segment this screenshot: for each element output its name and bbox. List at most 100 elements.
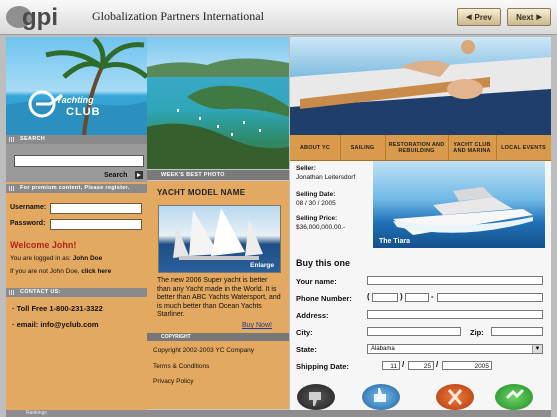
prev-label: Prev <box>474 12 492 22</box>
your-name-field[interactable] <box>367 276 543 285</box>
buy-form-title: Buy this one <box>296 258 351 268</box>
privacy-link[interactable]: Privacy Policy <box>153 378 193 385</box>
club-title: Yachting <box>56 95 94 105</box>
logged-in-prefix: You are logged in as: <box>10 255 71 262</box>
phone-label: Phone Number: <box>296 294 352 303</box>
selling-price-value: $36,000,000.00.- <box>296 224 346 231</box>
gpi-logo: gpi <box>6 4 58 30</box>
bottom-strip: Rankings <box>6 410 551 417</box>
enlarge-link[interactable]: Enlarge <box>250 262 274 269</box>
grip-dots-icon <box>9 186 15 191</box>
tiara-caption: The Tiara <box>379 238 410 245</box>
password-label: Password: <box>10 220 46 227</box>
thumbs-up-button[interactable] <box>362 384 400 410</box>
zip-field[interactable] <box>491 327 543 336</box>
arrow-right-icon: ▶ <box>536 14 542 21</box>
arrow-left-icon: ◀ <box>466 14 472 21</box>
phone-close-paren: ) <box>400 292 403 301</box>
search-go-icon[interactable] <box>135 171 143 179</box>
state-selected-value: Alabama <box>371 346 395 352</box>
selling-price-label-text: Selling Price: <box>296 215 338 222</box>
tiara-yacht-photo[interactable]: The Tiara <box>373 161 545 248</box>
chevron-down-icon[interactable]: ▼ <box>532 345 542 353</box>
copyright-header: Copyright <box>147 333 289 341</box>
main-nav: ABOUT YC SAILING RESTORATION AND REBUILD… <box>290 135 551 161</box>
state-select[interactable]: Alabama ▼ <box>367 344 543 354</box>
club-subtitle: CLUB <box>66 106 101 118</box>
date-separator: / <box>436 360 439 369</box>
palm-beach-photo: Yachting CLUB <box>6 37 147 135</box>
nav-restoration[interactable]: RESTORATION AND REBUILDING <box>385 135 449 160</box>
state-label: State: <box>296 345 317 354</box>
shipping-date-label: Shipping Date: <box>296 362 349 371</box>
buy-now-link[interactable]: Buy Now! <box>242 322 272 329</box>
search-input[interactable] <box>14 155 144 167</box>
city-field[interactable] <box>367 327 461 336</box>
company-name: Globalization Partners International <box>92 9 264 23</box>
yacht-model-name: YACHT MODEL NAME <box>157 188 246 197</box>
contact-panel <box>6 297 147 410</box>
phone-prefix-field[interactable] <box>405 293 429 302</box>
confirm-button[interactable] <box>495 384 533 410</box>
copyright-header-label: Copyright <box>161 334 191 340</box>
thumbs-down-button[interactable] <box>297 384 335 410</box>
nav-local-events[interactable]: LOCAL EVENTS <box>496 135 551 160</box>
selling-price-label: Selling Price: <box>296 215 337 222</box>
not-user-line: If you are not John Doe, click here <box>10 268 111 275</box>
city-label: City: <box>296 328 313 337</box>
logo-wordmark: gpi <box>22 4 58 30</box>
username-label: Username: <box>10 204 47 211</box>
address-field[interactable] <box>367 310 543 319</box>
username-field[interactable] <box>50 203 142 214</box>
email-text[interactable]: email: info@yclub.com <box>17 320 99 329</box>
nav-sailing[interactable]: SAILING <box>340 135 386 160</box>
date-separator: / <box>402 360 405 369</box>
grip-dots-icon <box>9 137 15 142</box>
ship-month-field[interactable]: 11 <box>382 361 400 370</box>
phone-open-paren: ( <box>367 292 370 301</box>
rankings-label: Rankings <box>26 410 47 416</box>
left-column: Yachting CLUB Search Search For premium … <box>6 37 147 410</box>
ship-day-field[interactable]: 25 <box>408 361 434 370</box>
nav-yacht-club[interactable]: YACHT CLUB AND MARINA <box>448 135 497 160</box>
bay-photo <box>147 37 289 169</box>
email-line[interactable]: · email: info@yclub.com <box>12 320 99 329</box>
cancel-button[interactable] <box>436 384 474 410</box>
copyright-text: Copyright 2002-2003 YC Company <box>153 347 255 354</box>
tollfree-text: Toll Free 1-800-231-3322 <box>16 304 103 313</box>
address-label: Address: <box>296 311 329 320</box>
zip-label: Zip: <box>470 328 484 337</box>
ship-year-field[interactable]: 2005 <box>442 361 492 370</box>
phone-line-field[interactable] <box>437 293 543 302</box>
password-field[interactable] <box>50 219 142 230</box>
prev-button[interactable]: ◀ Prev <box>457 8 501 26</box>
contact-header: Contact Us: <box>6 288 147 297</box>
app-window: gpi Globalization Partners International… <box>0 0 557 417</box>
not-user-prefix: If you are not John Doe, <box>10 268 80 275</box>
next-button[interactable]: Next ▶ <box>507 8 551 26</box>
premium-header-label: For premium content, Please register. <box>20 185 130 191</box>
best-photo-header: Week's Best Photo <box>147 170 289 180</box>
phone-area-field[interactable] <box>372 293 398 302</box>
sailboats-photo[interactable]: Enlarge <box>158 205 281 273</box>
search-button-label[interactable]: Search <box>104 172 127 179</box>
pointing-hand-icon <box>505 388 525 400</box>
click-here-link[interactable]: click here <box>81 268 111 275</box>
selling-date-label: Selling Date: <box>296 191 335 198</box>
next-label: Next <box>516 12 534 22</box>
thumbs-down-icon <box>309 392 321 406</box>
nav-about[interactable]: ABOUT YC <box>290 135 341 160</box>
right-column: ABOUT YC SAILING RESTORATION AND REBUILD… <box>290 37 551 410</box>
logged-in-status: You are logged in as: John Doe <box>10 255 102 262</box>
yacht-description: The new 2006 Super yacht is better than … <box>157 277 281 318</box>
phone-dash: - <box>431 292 434 301</box>
terms-link[interactable]: Terms & Conditions <box>153 363 209 370</box>
seller-label-text: Seller: <box>296 165 316 172</box>
top-bar: gpi Globalization Partners International… <box>0 0 557 35</box>
seller-label: Seller: <box>296 165 316 172</box>
search-header-label: Search <box>20 136 46 142</box>
tollfree-line: · Toll Free 1-800-231-3322 <box>12 304 103 313</box>
grip-dots-icon <box>9 290 15 295</box>
best-photo-label: Week's Best Photo <box>161 172 225 178</box>
scissors-icon <box>447 389 463 405</box>
